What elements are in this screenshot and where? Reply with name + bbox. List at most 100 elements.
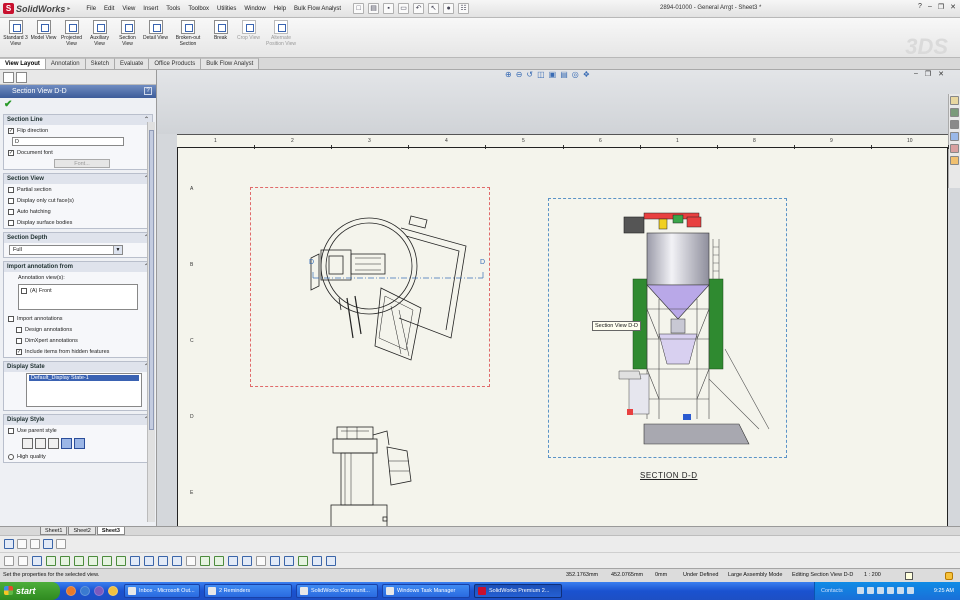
updates-icon[interactable] [887, 587, 894, 594]
balloon-icon[interactable] [46, 555, 56, 566]
tab-annotation[interactable]: Annotation [45, 58, 86, 69]
tab-bulk-flow-analyst[interactable]: Bulk Flow Analyst [201, 58, 260, 69]
zoom-to-fit-icon[interactable]: ⊕ [505, 70, 512, 79]
ok-checkmark-icon[interactable]: ✔ [0, 98, 156, 112]
table-icon[interactable] [214, 555, 224, 566]
help-icon[interactable]: ? [144, 87, 152, 95]
weld-symbol-icon[interactable] [88, 555, 98, 566]
section-view-d-d[interactable] [548, 198, 787, 458]
menu-utilities[interactable]: Utilities [213, 6, 240, 12]
model-items-icon[interactable] [298, 555, 308, 566]
display-surface-bodies-row[interactable]: Display surface bodies [4, 217, 152, 228]
minimize-icon[interactable]: – [928, 3, 932, 11]
start-button[interactable]: start [0, 582, 60, 600]
datum-feature-icon[interactable] [116, 555, 126, 566]
property-manager-icon[interactable] [16, 72, 27, 83]
font-button[interactable]: Font... [54, 159, 110, 168]
security-icon[interactable] [877, 587, 884, 594]
select-pointer-icon[interactable]: ↖ [428, 3, 440, 14]
doc-minimize-icon[interactable]: – [914, 70, 918, 78]
display-surface-bodies-checkbox[interactable] [8, 219, 14, 226]
display-cut-faces-checkbox[interactable] [8, 197, 14, 204]
doc-restore-icon[interactable]: ❐ [925, 70, 931, 78]
smart-dimension-icon[interactable] [18, 555, 28, 566]
hide-show-items-icon[interactable]: ◎ [572, 70, 579, 79]
display-style-header[interactable]: Display Style ⌃ [4, 415, 152, 425]
import-annotations-row[interactable]: Import annotations [4, 313, 152, 324]
detail-view-button[interactable]: Detail View [142, 18, 169, 41]
firefox-icon[interactable] [66, 586, 76, 596]
crop-view-button[interactable]: Crop View [235, 18, 262, 41]
auto-hatching-checkbox[interactable] [8, 208, 14, 215]
wireframe-icon[interactable] [22, 438, 33, 449]
contacts-label[interactable]: Contacts [821, 582, 843, 600]
annotation-view-item[interactable]: (A) Front [21, 286, 135, 295]
app-icon[interactable] [94, 586, 104, 596]
display-cut-faces-row[interactable]: Display only cut face(s) [4, 195, 152, 206]
spell-checker-icon[interactable] [312, 555, 322, 566]
revision-cloud-icon[interactable] [228, 555, 238, 566]
folder-icon[interactable] [108, 586, 118, 596]
use-parent-style-checkbox[interactable] [8, 427, 14, 434]
menu-view[interactable]: View [118, 6, 139, 12]
view-palette-icon[interactable] [950, 132, 959, 141]
view-orientation-icon[interactable]: ▣ [549, 70, 557, 79]
shaded-icon[interactable] [74, 438, 85, 449]
section-view-button[interactable]: Section View [114, 18, 141, 47]
display-state-list[interactable]: Default_Display State-1 [26, 373, 142, 407]
design-library-icon[interactable] [950, 108, 959, 117]
partial-section-row[interactable]: Partial section [4, 184, 152, 195]
section-view-label[interactable]: SECTION D-D [640, 471, 698, 480]
elevation-view-drawing[interactable] [317, 421, 437, 526]
section-depth-header[interactable]: Section Depth ⌃ [4, 233, 152, 243]
standard-3-view-button[interactable]: Standard 3 View [2, 18, 29, 47]
area-hatch-icon[interactable] [186, 555, 196, 566]
document-font-row[interactable]: ✓ Document font [4, 147, 152, 158]
auto-hatching-row[interactable]: Auto hatching [4, 206, 152, 217]
use-parent-style-row[interactable]: Use parent style [4, 425, 152, 436]
include-hidden-row[interactable]: ✓ Include items from hidden features [4, 346, 152, 357]
taskbar-item-reminders[interactable]: 2 Reminders [204, 584, 292, 598]
property-manager-scrollbar[interactable] [147, 122, 155, 522]
surface-finish-icon[interactable] [74, 555, 84, 566]
chamfer-dimension-icon[interactable] [284, 555, 294, 566]
taskbar-item-task-manager[interactable]: Windows Task Manager [382, 584, 470, 598]
menu-edit[interactable]: Edit [100, 6, 118, 12]
layers-icon[interactable] [30, 539, 40, 549]
pan-icon[interactable] [17, 539, 27, 549]
print-icon[interactable]: ▭ [398, 3, 410, 14]
options-icon[interactable]: ☷ [458, 3, 470, 14]
annotation-view-checkbox[interactable] [21, 287, 27, 294]
custom-properties-icon[interactable] [950, 156, 959, 165]
magnetic-line-icon[interactable] [242, 555, 252, 566]
ordinate-dimension-icon[interactable] [270, 555, 280, 566]
solidworks-resources-icon[interactable] [950, 96, 959, 105]
sheet-tab-2[interactable]: Sheet2 [68, 527, 96, 535]
tab-evaluate[interactable]: Evaluate [114, 58, 150, 69]
display-state-header[interactable]: Display State ⌃ [4, 362, 152, 372]
volume-icon[interactable] [867, 587, 874, 594]
dimxpert-annotations-row[interactable]: DimXpert annotations [4, 335, 152, 346]
block-icon[interactable] [200, 555, 210, 566]
shaded-with-edges-icon[interactable] [61, 438, 72, 449]
format-painter-icon[interactable] [326, 555, 336, 566]
note-icon[interactable] [32, 555, 42, 566]
partial-section-checkbox[interactable] [8, 186, 14, 193]
high-quality-radio[interactable] [8, 453, 14, 460]
include-hidden-checkbox[interactable]: ✓ [16, 348, 22, 355]
design-annotations-checkbox[interactable] [16, 326, 22, 333]
geometric-tolerance-icon[interactable] [102, 555, 112, 566]
printer-icon[interactable] [907, 587, 914, 594]
menu-toolbox[interactable]: Toolbox [184, 6, 213, 12]
flip-direction-checkbox[interactable]: ✓ [8, 127, 14, 134]
appearances-icon[interactable] [950, 144, 959, 153]
broken-out-section-button[interactable]: Broken-out Section [170, 18, 206, 47]
break-button[interactable]: Break [207, 18, 234, 41]
design-annotations-row[interactable]: Design annotations [4, 324, 152, 335]
tab-sketch[interactable]: Sketch [85, 58, 115, 69]
flip-direction-row[interactable]: ✓ Flip direction [4, 125, 152, 136]
rebuild-status-icon[interactable] [905, 572, 913, 580]
projected-view-button[interactable]: Projected View [58, 18, 85, 47]
menu-window[interactable]: Window [240, 6, 269, 12]
alternate-position-view-button[interactable]: Alternate Position View [263, 18, 299, 47]
